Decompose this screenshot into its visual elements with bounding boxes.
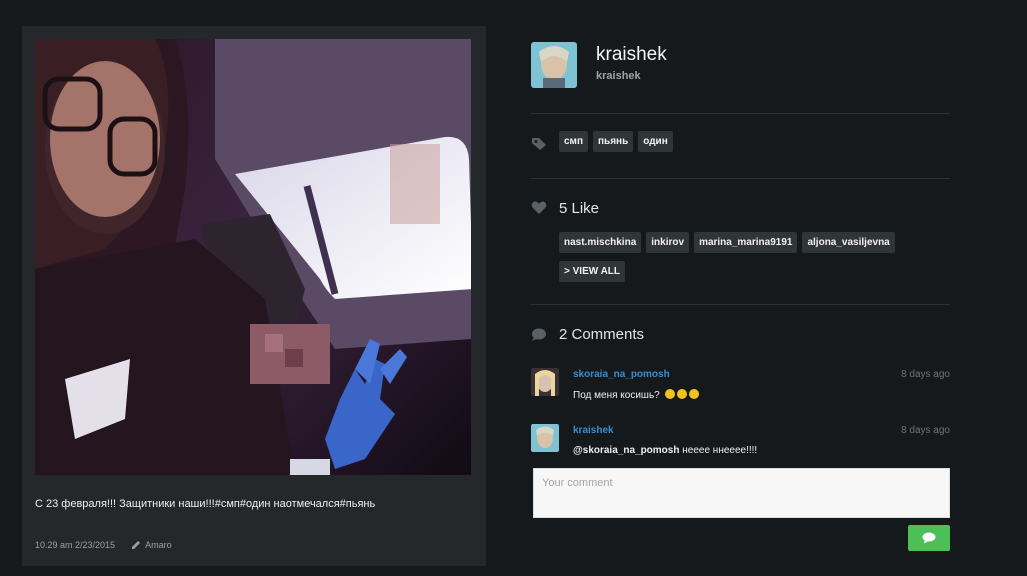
speech-bubble-icon	[532, 328, 546, 341]
profile-header: kraishek kraishek	[531, 42, 950, 90]
divider	[531, 304, 950, 305]
view-all-button[interactable]: > VIEW ALL	[559, 261, 626, 282]
like-user-pill[interactable]: marina_marina9191	[694, 232, 798, 253]
likes-list: nast.mischkina inkirov marina_marina9191…	[559, 232, 900, 253]
smile-emoji-icon	[676, 389, 687, 399]
tag-list: смп пьянь один	[559, 131, 678, 152]
comment-body: неeee ннeeee!!!!	[679, 445, 758, 456]
comment-body: Под меня косишь?	[573, 390, 660, 401]
likes-title: 5 Like	[559, 200, 600, 217]
tag-pill[interactable]: смп	[559, 131, 588, 152]
like-user-pill[interactable]: nast.mischkina	[559, 232, 642, 253]
comment-username[interactable]: kraishek	[573, 425, 614, 436]
like-user-pill[interactable]: inkirov	[646, 232, 690, 253]
comments-title: 2 Comments	[559, 326, 645, 343]
view-all-row: > VIEW ALL	[559, 261, 630, 282]
post-photo[interactable]	[35, 39, 471, 475]
likes-section: 5 Like nast.mischkina inkirov marina_mar…	[531, 178, 950, 282]
tags-section: смп пьянь один	[531, 113, 950, 152]
post-caption: С 23 февраля!!! Защитники наши!!!#смп#од…	[35, 498, 376, 510]
post-card: С 23 февраля!!! Защитники наши!!!#смп#од…	[22, 26, 486, 566]
pencil-icon	[132, 541, 141, 549]
like-user-pill[interactable]: aljona_vasiljevna	[802, 232, 895, 253]
comment-time: 8 days ago	[901, 369, 950, 380]
send-icon	[922, 532, 936, 544]
filter-label: Amaro	[131, 540, 172, 550]
tag-icon	[532, 138, 546, 150]
avatar[interactable]	[531, 368, 559, 396]
post-timestamp: 10.29 am 2/23/2015	[35, 540, 116, 550]
comment-mention[interactable]: @skoraia_na_pomosh	[573, 445, 679, 456]
send-comment-button[interactable]	[908, 525, 950, 551]
smile-emoji-icon	[664, 389, 675, 399]
smile-emoji-icon	[688, 389, 699, 399]
avatar[interactable]	[531, 424, 559, 452]
comments-section: 2 Comments skoraia_na_pomosh 8 days ago …	[531, 304, 950, 456]
filter-name: Amaro	[145, 540, 172, 550]
post-details: kraishek kraishek смп пьянь один 5 Like …	[531, 42, 950, 551]
tag-pill[interactable]: пьянь	[593, 131, 634, 152]
comment-text: Под меня косишь?	[573, 389, 699, 401]
heart-icon	[531, 201, 547, 214]
comment-text: @skoraia_na_pomosh неeee ннeeee!!!!	[573, 445, 757, 456]
comment-time: 8 days ago	[901, 425, 950, 436]
tag-pill[interactable]: один	[638, 131, 673, 152]
divider	[531, 113, 950, 114]
comment-username[interactable]: skoraia_na_pomosh	[573, 369, 670, 380]
comment-input[interactable]: Your comment	[533, 468, 950, 518]
divider	[531, 178, 950, 179]
avatar[interactable]	[531, 42, 577, 88]
post-meta: 10.29 am 2/23/2015 Amaro	[35, 540, 172, 550]
profile-username[interactable]: kraishek	[596, 70, 641, 82]
profile-display-name[interactable]: kraishek	[596, 44, 667, 66]
